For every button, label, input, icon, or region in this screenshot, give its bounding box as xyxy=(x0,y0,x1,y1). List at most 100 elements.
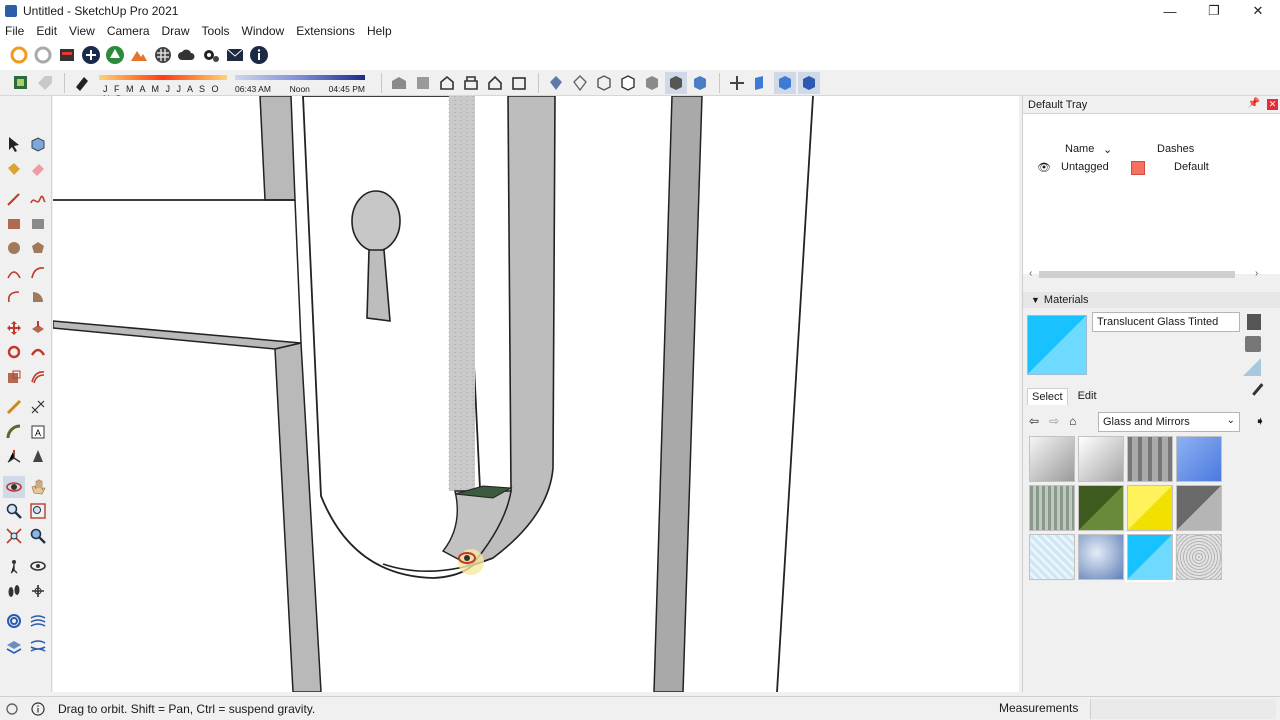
sandbox-from-scratch-icon[interactable] xyxy=(27,610,49,632)
shaded-textures-icon[interactable] xyxy=(665,71,687,94)
tag-icon[interactable] xyxy=(10,72,32,94)
menu-extensions[interactable]: Extensions xyxy=(296,24,355,38)
measurements-input[interactable] xyxy=(1090,699,1276,719)
close-tray-icon[interactable]: ✕ xyxy=(1267,99,1278,110)
3d-text-icon[interactable] xyxy=(27,445,49,467)
mail-icon[interactable] xyxy=(224,44,246,66)
sandbox-from-contours-icon[interactable] xyxy=(3,610,25,632)
menu-window[interactable]: Window xyxy=(242,24,285,38)
monochrome-icon[interactable] xyxy=(689,72,711,94)
cloud-upload-icon[interactable] xyxy=(176,44,198,66)
zoom-window-icon[interactable] xyxy=(27,500,49,522)
tag-row[interactable]: 👁 Untagged Default xyxy=(1023,159,1263,177)
back-arrow-icon[interactable]: ⇦ xyxy=(1029,414,1039,428)
offset-icon[interactable] xyxy=(27,366,49,388)
right-view-icon[interactable] xyxy=(460,72,482,94)
tags-column-dashes[interactable]: Dashes xyxy=(1157,143,1194,155)
checker-icon[interactable] xyxy=(152,44,174,66)
two-point-arc-icon[interactable] xyxy=(27,262,49,284)
model-viewport[interactable] xyxy=(53,96,1019,692)
display-section-planes-icon[interactable] xyxy=(750,72,772,94)
tag-tool-icon[interactable] xyxy=(34,72,56,94)
previous-view-icon[interactable] xyxy=(27,525,49,547)
tab-edit[interactable]: Edit xyxy=(1074,388,1101,405)
trimble-connect-icon[interactable] xyxy=(104,44,126,66)
line-pencil-icon[interactable] xyxy=(3,188,25,210)
rotate-icon[interactable] xyxy=(3,341,25,363)
tape-measure-icon[interactable] xyxy=(3,396,25,418)
position-camera-icon[interactable] xyxy=(3,555,25,577)
sandbox-smoove-icon[interactable] xyxy=(3,635,25,657)
material-thumb[interactable] xyxy=(1029,485,1075,531)
shadow-time-slider[interactable]: 06:43 AM Noon 04:45 PM xyxy=(235,72,375,94)
eyedropper-icon[interactable] xyxy=(1252,383,1272,403)
menu-help[interactable]: Help xyxy=(367,24,392,38)
sort-chevron-icon[interactable]: ⌄ xyxy=(1103,143,1112,156)
dimension-icon[interactable] xyxy=(27,396,49,418)
maximize-button[interactable]: ❐ xyxy=(1192,0,1236,22)
text-icon[interactable]: A xyxy=(27,421,49,443)
menu-view[interactable]: View xyxy=(69,24,95,38)
section-fill-icon[interactable] xyxy=(798,71,820,94)
eraser-icon[interactable] xyxy=(27,158,49,180)
top-view-icon[interactable] xyxy=(412,72,434,94)
minimize-button[interactable]: — xyxy=(1148,0,1192,22)
photo-textures-icon[interactable] xyxy=(128,44,150,66)
material-thumb[interactable] xyxy=(1176,534,1222,580)
move-icon[interactable] xyxy=(3,317,25,339)
material-thumb[interactable] xyxy=(1127,436,1173,482)
3d-warehouse-icon[interactable] xyxy=(56,44,78,66)
tab-select[interactable]: Select xyxy=(1027,388,1068,405)
select-arrow-icon[interactable] xyxy=(3,133,25,155)
shaded-icon[interactable] xyxy=(641,72,663,94)
shadow-date-slider[interactable]: J F M A M J J A S O N D xyxy=(99,72,229,104)
tags-horizontal-scrollbar[interactable]: ‹ › xyxy=(1029,268,1261,280)
menu-tools[interactable]: Tools xyxy=(202,24,230,38)
scrollbar-thumb[interactable] xyxy=(1039,271,1235,278)
sync-icon[interactable] xyxy=(32,44,54,66)
pan-hand-icon[interactable] xyxy=(27,476,49,498)
forward-arrow-icon[interactable]: ⇨ xyxy=(1049,414,1059,428)
menu-camera[interactable]: Camera xyxy=(107,24,150,38)
freehand-icon[interactable] xyxy=(27,188,49,210)
rectangle-icon[interactable] xyxy=(3,213,25,235)
material-thumb[interactable] xyxy=(1078,436,1124,482)
xray-icon[interactable] xyxy=(545,72,567,94)
rotated-rectangle-icon[interactable] xyxy=(27,213,49,235)
tags-column-name[interactable]: Name xyxy=(1065,143,1094,155)
orbit-icon[interactable] xyxy=(3,475,25,498)
zoom-extents-icon[interactable] xyxy=(3,525,25,547)
left-view-icon[interactable] xyxy=(508,72,530,94)
collapse-triangle-icon[interactable]: ▼ xyxy=(1031,295,1040,305)
tag-dash-style[interactable]: Default xyxy=(1174,161,1209,173)
follow-me-icon[interactable] xyxy=(27,341,49,363)
zoom-icon[interactable] xyxy=(3,500,25,522)
menu-file[interactable]: File xyxy=(5,24,24,38)
pin-icon[interactable]: 📌 xyxy=(1248,98,1260,109)
sandbox-stamp-icon[interactable] xyxy=(27,635,49,657)
polygon-icon[interactable] xyxy=(27,237,49,259)
material-thumb[interactable] xyxy=(1078,534,1124,580)
back-view-icon[interactable] xyxy=(484,72,506,94)
material-thumb[interactable] xyxy=(1078,485,1124,531)
info-circle-icon[interactable] xyxy=(30,701,46,717)
info-icon[interactable] xyxy=(248,44,270,66)
material-collection-select[interactable]: Glass and Mirrors ⌄ xyxy=(1098,412,1240,432)
scale-icon[interactable] xyxy=(3,366,25,388)
push-pull-icon[interactable] xyxy=(27,317,49,339)
scroll-right-icon[interactable]: › xyxy=(1255,268,1258,279)
iso-view-icon[interactable] xyxy=(388,72,410,94)
section-plane-tool-icon[interactable] xyxy=(27,580,49,602)
paint-bucket-icon[interactable] xyxy=(3,158,25,180)
material-thumb[interactable] xyxy=(1029,436,1075,482)
material-name-field[interactable]: Translucent Glass Tinted xyxy=(1092,312,1240,332)
add-location-icon[interactable] xyxy=(80,44,102,66)
three-point-arc-icon[interactable] xyxy=(3,286,25,308)
geo-location-icon[interactable] xyxy=(4,701,20,717)
details-arrow-icon[interactable]: ➧ xyxy=(1255,414,1265,428)
hidden-line-icon[interactable] xyxy=(617,72,639,94)
settings-icon[interactable] xyxy=(200,44,222,66)
material-thumb[interactable] xyxy=(1029,534,1075,580)
menu-draw[interactable]: Draw xyxy=(162,24,190,38)
visibility-eye-icon[interactable]: 👁 xyxy=(1037,161,1051,174)
